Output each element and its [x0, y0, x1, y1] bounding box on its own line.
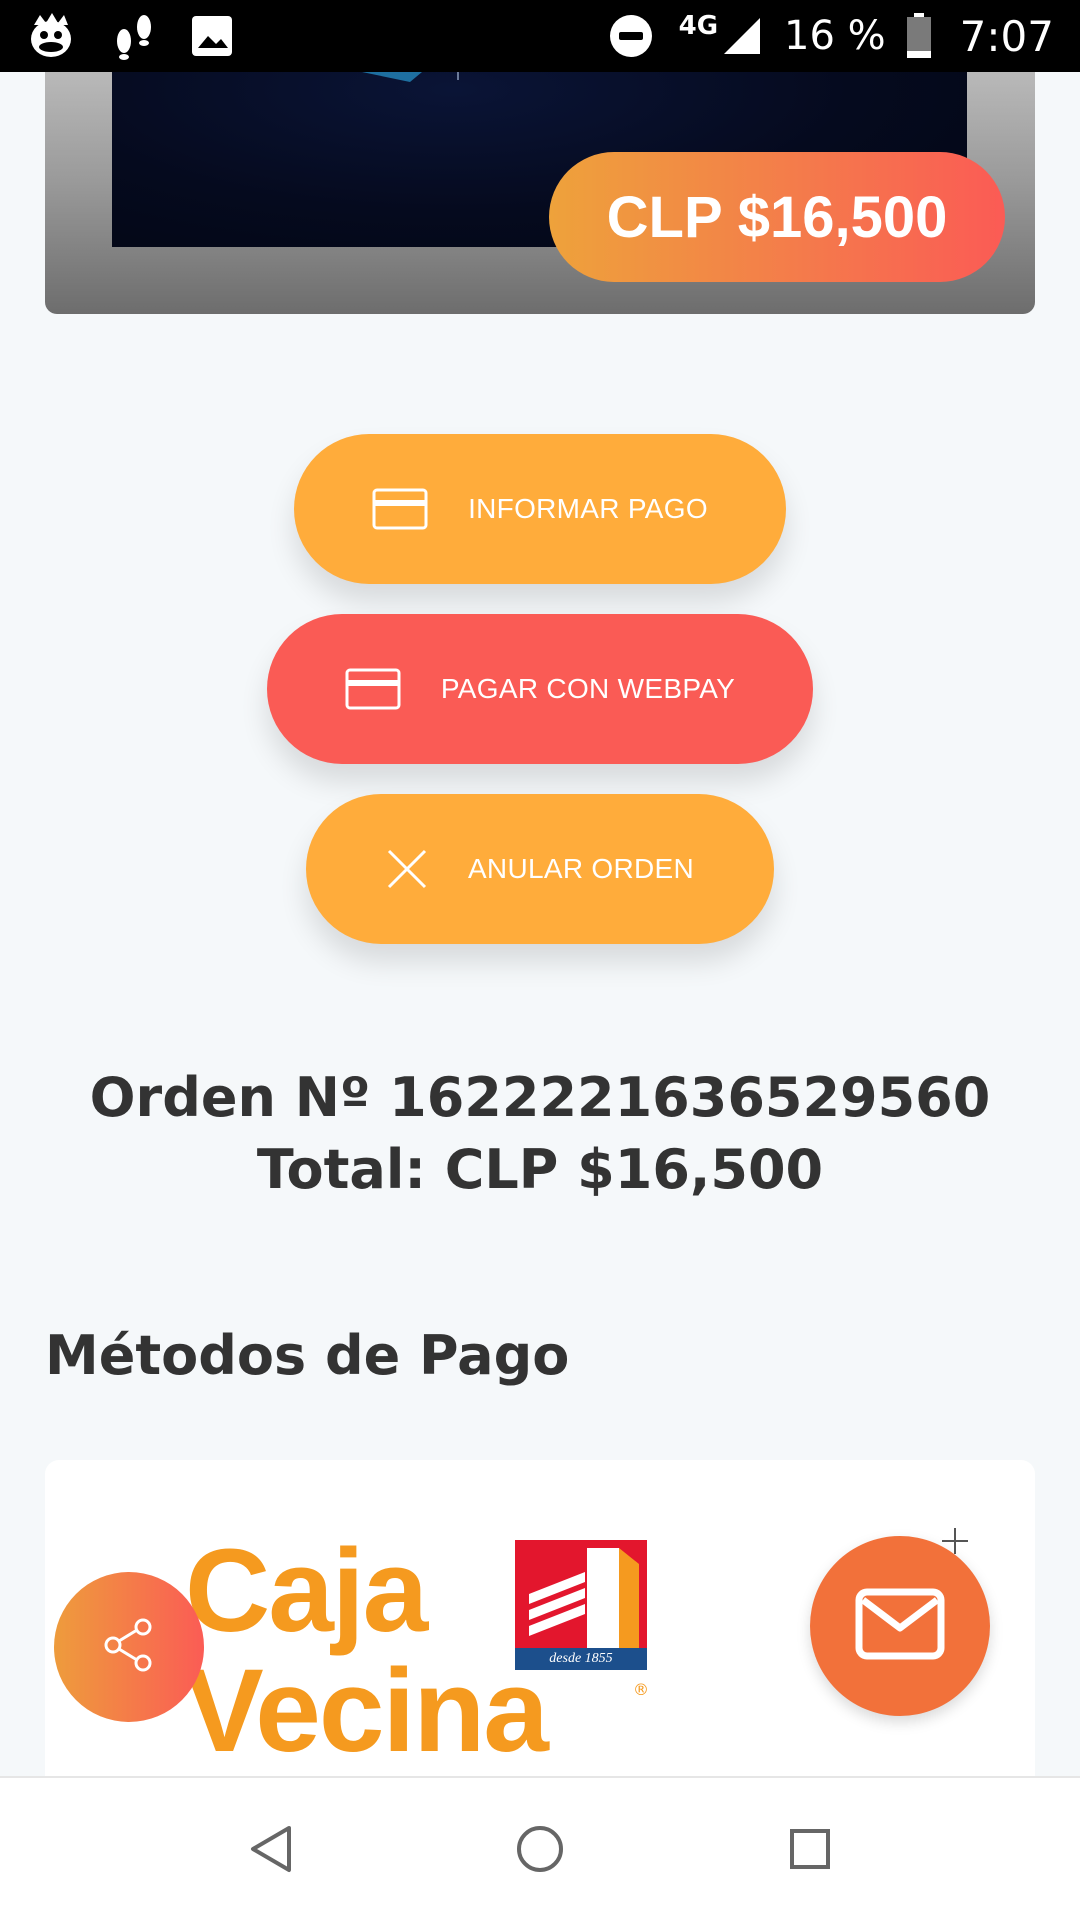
share-button[interactable] [54, 1572, 204, 1722]
close-icon [386, 848, 428, 890]
battery-percent: 16 % [784, 13, 886, 59]
payment-methods-title: Métodos de Pago [45, 1324, 570, 1387]
status-bar-notifications [24, 8, 234, 64]
home-icon [515, 1824, 565, 1878]
signal-icon [722, 16, 762, 56]
status-bar-system: 4G 16 % 7:07 [609, 0, 1054, 72]
caja-vecina-logo: Caja Vecina desde 1855 ® [185, 1532, 655, 1778]
duck-app-icon [24, 11, 78, 61]
battery-icon [906, 13, 932, 59]
registered-mark: ® [633, 1680, 649, 1699]
product-image-detail-line [457, 72, 459, 80]
caja-vecina-logo-line1: Caja [185, 1525, 428, 1657]
credit-card-icon [345, 668, 401, 710]
pagar-webpay-button[interactable]: PAGAR CON WEBPAY [267, 614, 813, 764]
order-number: Orden Nº 1622221636529560 [89, 1066, 991, 1129]
recents-button[interactable] [775, 1816, 845, 1886]
share-icon [101, 1617, 157, 1677]
back-icon [249, 1824, 293, 1878]
informar-pago-label: INFORMAR PAGO [468, 493, 708, 524]
contact-mail-button[interactable] [810, 1536, 990, 1716]
order-total: Total: CLP $16,500 [256, 1138, 824, 1201]
order-summary: Orden Nº 1622221636529560 Total: CLP $16… [0, 1062, 1080, 1206]
anular-orden-label: ANULAR ORDEN [467, 853, 695, 884]
price-badge: CLP $16,500 [549, 152, 1005, 282]
status-bar: 4G 16 % 7:07 [0, 0, 1080, 72]
mail-icon [855, 1588, 945, 1664]
navigation-bar [0, 1776, 1080, 1920]
do-not-disturb-icon [609, 14, 653, 58]
anular-orden-button[interactable]: ANULAR ORDEN [306, 794, 774, 944]
back-button[interactable] [236, 1816, 306, 1886]
caja-vecina-logo-line2: Vecina [185, 1645, 549, 1777]
product-image-detail [362, 72, 422, 82]
credit-card-icon [372, 488, 428, 530]
network-type: 4G [678, 11, 719, 41]
banco-estado-badge: desde 1855 [515, 1540, 647, 1670]
home-button[interactable] [505, 1816, 575, 1886]
recents-icon [788, 1827, 832, 1875]
footsteps-icon [110, 11, 158, 61]
banco-estado-badge-label: desde 1855 [515, 1648, 647, 1670]
pagar-webpay-label: PAGAR CON WEBPAY [440, 673, 736, 704]
clock: 7:07 [959, 11, 1054, 61]
product-card: CLP $16,500 [45, 72, 1035, 314]
image-icon [190, 14, 234, 58]
informar-pago-button[interactable]: INFORMAR PAGO [294, 434, 786, 584]
